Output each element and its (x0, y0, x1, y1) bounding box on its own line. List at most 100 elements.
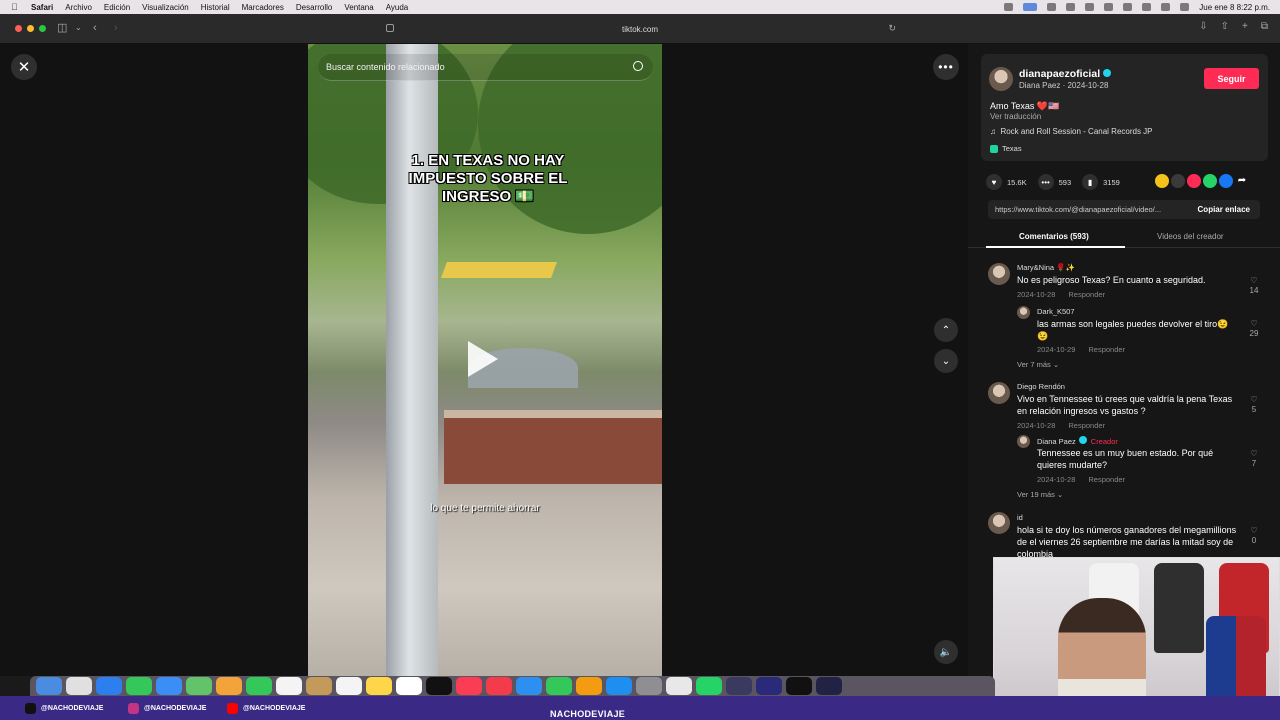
reply-username[interactable]: Dark_K507 (1037, 307, 1075, 316)
reply-button[interactable]: Responder (1068, 421, 1105, 430)
keynote-icon[interactable] (516, 677, 542, 695)
forward-icon[interactable]: › (114, 21, 118, 35)
chevron-down-icon[interactable]: ⌄ (75, 21, 82, 35)
avatar[interactable] (988, 512, 1010, 534)
menu-item-historial[interactable]: Historial (201, 3, 230, 12)
menu-item-marcadores[interactable]: Marcadores (242, 3, 284, 12)
reply-like[interactable]: ♡ 7 (1247, 449, 1261, 469)
menu-item-archivo[interactable]: Archivo (65, 3, 92, 12)
video-link[interactable]: https://www.tiktok.com/@dianapaezoficial… (995, 205, 1187, 214)
sidebar-icon[interactable]: ◫ (57, 21, 67, 35)
copy-link-button[interactable]: Copiar enlace (1198, 205, 1250, 214)
mail-icon[interactable] (156, 677, 182, 695)
notes-icon[interactable] (366, 677, 392, 695)
menu-app-name[interactable]: Safari (31, 3, 53, 12)
address-bar[interactable]: tiktok.com ↻ (380, 21, 900, 37)
next-video-icon[interactable]: ⌄ (934, 349, 958, 373)
safari-icon[interactable] (96, 677, 122, 695)
search-icon[interactable] (633, 61, 643, 71)
tab-overview-icon[interactable]: ⧉ (1261, 21, 1268, 32)
tv-icon[interactable] (426, 677, 452, 695)
play-icon[interactable] (1104, 3, 1114, 11)
download-icon[interactable]: ⇩ (1199, 21, 1207, 32)
location-tag[interactable]: Texas (990, 144, 1022, 153)
music-link[interactable]: ♫ Rock and Roll Session - Canal Records … (990, 127, 1153, 136)
time-machine-icon[interactable] (1085, 3, 1095, 11)
reply-like[interactable]: ♡ 29 (1247, 319, 1261, 339)
pages-icon[interactable] (576, 677, 602, 695)
contacts-icon[interactable] (306, 677, 332, 695)
reminders-icon[interactable] (336, 677, 362, 695)
minimize-window-button[interactable] (27, 25, 34, 32)
grid-icon[interactable] (1047, 3, 1057, 11)
more-options-icon[interactable]: ••• (933, 54, 959, 80)
launchpad-icon[interactable] (66, 677, 92, 695)
messages-icon[interactable] (126, 677, 152, 695)
comment-username[interactable]: Diego Rendón (1017, 382, 1065, 391)
tab-comments[interactable]: Comentarios (593) (1019, 232, 1089, 241)
embed-icon[interactable] (1171, 174, 1185, 188)
whatsapp-icon[interactable] (1203, 174, 1217, 188)
share-icon[interactable]: ⇧ (1221, 21, 1229, 32)
view-more-replies[interactable]: Ver 19 más ⌄ (1017, 490, 1063, 499)
capcut-icon[interactable] (786, 677, 812, 695)
emoji-share-icon[interactable] (1155, 174, 1169, 188)
tab-creator-videos[interactable]: Videos del creador (1157, 232, 1224, 241)
menu-item-ayuda[interactable]: Ayuda (386, 3, 409, 12)
davinci-icon[interactable] (726, 677, 752, 695)
related-search-input[interactable]: Buscar contenido relacionado (318, 54, 653, 81)
menu-item-visualizacion[interactable]: Visualización (142, 3, 189, 12)
reply-button[interactable]: Responder (1088, 345, 1125, 354)
preview-icon[interactable] (666, 677, 692, 695)
facebook-icon[interactable] (1219, 174, 1233, 188)
avatar[interactable] (1017, 435, 1030, 448)
app-store-icon[interactable] (606, 677, 632, 695)
reply-username[interactable]: Diana Paez (1037, 437, 1076, 446)
music-icon[interactable] (456, 677, 482, 695)
siri-icon[interactable] (1180, 3, 1190, 11)
new-tab-icon[interactable]: + (1242, 21, 1248, 32)
view-more-replies[interactable]: Ver 7 más ⌄ (1017, 360, 1059, 369)
comment-username[interactable]: id (1017, 513, 1023, 522)
menu-clock[interactable]: Jue ene 8 8:22 p.m. (1199, 3, 1270, 12)
news-icon[interactable] (486, 677, 512, 695)
chrome-icon[interactable] (816, 677, 842, 695)
author-avatar[interactable] (989, 67, 1013, 91)
back-icon[interactable]: ‹ (93, 21, 97, 35)
previous-video-icon[interactable]: ⌃ (934, 318, 958, 342)
sync-icon[interactable] (1066, 3, 1076, 11)
whatsapp-icon[interactable] (696, 677, 722, 695)
volume-icon[interactable]: 🔈 (934, 640, 958, 664)
status-icon[interactable] (1004, 3, 1014, 11)
author-handle[interactable]: dianapaezoficial (1019, 68, 1112, 80)
finder-icon[interactable] (36, 677, 62, 695)
zoom-window-button[interactable] (39, 25, 46, 32)
translate-link[interactable]: Ver traducción (990, 112, 1041, 121)
facetime-icon[interactable] (246, 677, 272, 695)
close-icon[interactable]: ✕ (11, 54, 37, 80)
page-settings-icon[interactable] (386, 24, 394, 32)
like-stat[interactable]: ♥ 15.6K (986, 174, 1027, 190)
avatar[interactable] (988, 382, 1010, 404)
menu-item-ventana[interactable]: Ventana (344, 3, 373, 12)
close-window-button[interactable] (15, 25, 22, 32)
avatar[interactable] (988, 263, 1010, 285)
freeform-icon[interactable] (396, 677, 422, 695)
apple-icon[interactable]:  (11, 2, 21, 12)
comment-stat[interactable]: ••• 593 (1037, 174, 1071, 190)
calendar-icon[interactable] (276, 677, 302, 695)
screen-record-icon[interactable] (1023, 3, 1038, 11)
numbers-icon[interactable] (546, 677, 572, 695)
comment-like[interactable]: ♡ 0 (1247, 526, 1261, 546)
play-icon[interactable] (468, 341, 498, 377)
system-settings-icon[interactable] (636, 677, 662, 695)
avatar[interactable] (1017, 306, 1030, 319)
menu-item-edicion[interactable]: Edición (104, 3, 130, 12)
maps-icon[interactable] (186, 677, 212, 695)
video-player[interactable]: Buscar contenido relacionado 1. EN TEXAS… (308, 44, 662, 676)
reply-button[interactable]: Responder (1068, 290, 1105, 299)
control-center-icon[interactable] (1161, 3, 1171, 11)
obs-icon[interactable] (756, 677, 782, 695)
save-stat[interactable]: ▮ 3159 (1082, 174, 1120, 190)
wifi-icon[interactable] (1123, 3, 1133, 11)
